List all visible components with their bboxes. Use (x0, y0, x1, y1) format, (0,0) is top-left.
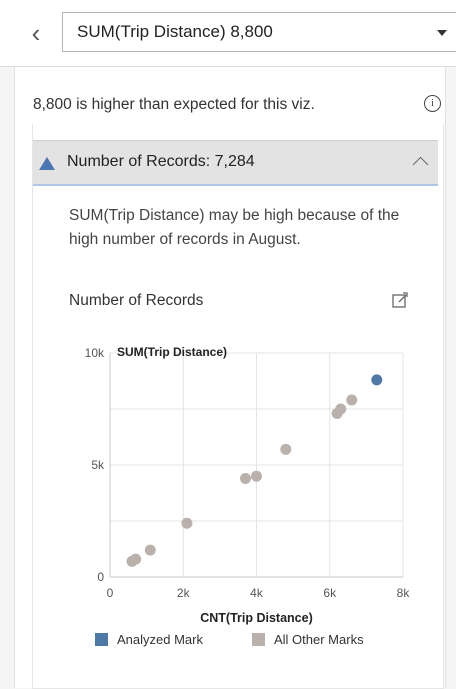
x-axis-label: CNT(Trip Distance) (200, 611, 313, 625)
y-tick-label: 0 (97, 570, 104, 584)
other-mark-point (130, 553, 142, 565)
other-mark-point (251, 470, 262, 482)
analyzed-mark-point (371, 374, 383, 386)
legend-swatch (95, 633, 108, 646)
x-tick-label: 6k (323, 586, 337, 600)
y-tick-label: 5k (91, 458, 105, 472)
x-tick-label: 0 (107, 586, 114, 600)
legend-swatch (252, 633, 265, 646)
legend-label: Analyzed Mark (117, 632, 203, 647)
legend-label: All Other Marks (274, 632, 364, 647)
other-mark-point (346, 394, 358, 406)
x-tick-label: 8k (397, 586, 411, 600)
y-axis-label: SUM(Trip Distance) (117, 345, 227, 359)
other-mark-point (335, 403, 347, 415)
y-tick-label: 10k (85, 346, 105, 360)
x-tick-label: 4k (250, 586, 264, 600)
other-mark-point (181, 517, 193, 529)
other-mark-point (280, 443, 292, 455)
other-mark-point (144, 544, 156, 556)
scatter-chart: 0 2k 4k 6k 8k 0 5k 10k SUM(Trip Distance) CNT(Tri… (85, 345, 411, 647)
other-mark-point (240, 472, 252, 484)
x-tick-label: 2k (177, 586, 191, 600)
